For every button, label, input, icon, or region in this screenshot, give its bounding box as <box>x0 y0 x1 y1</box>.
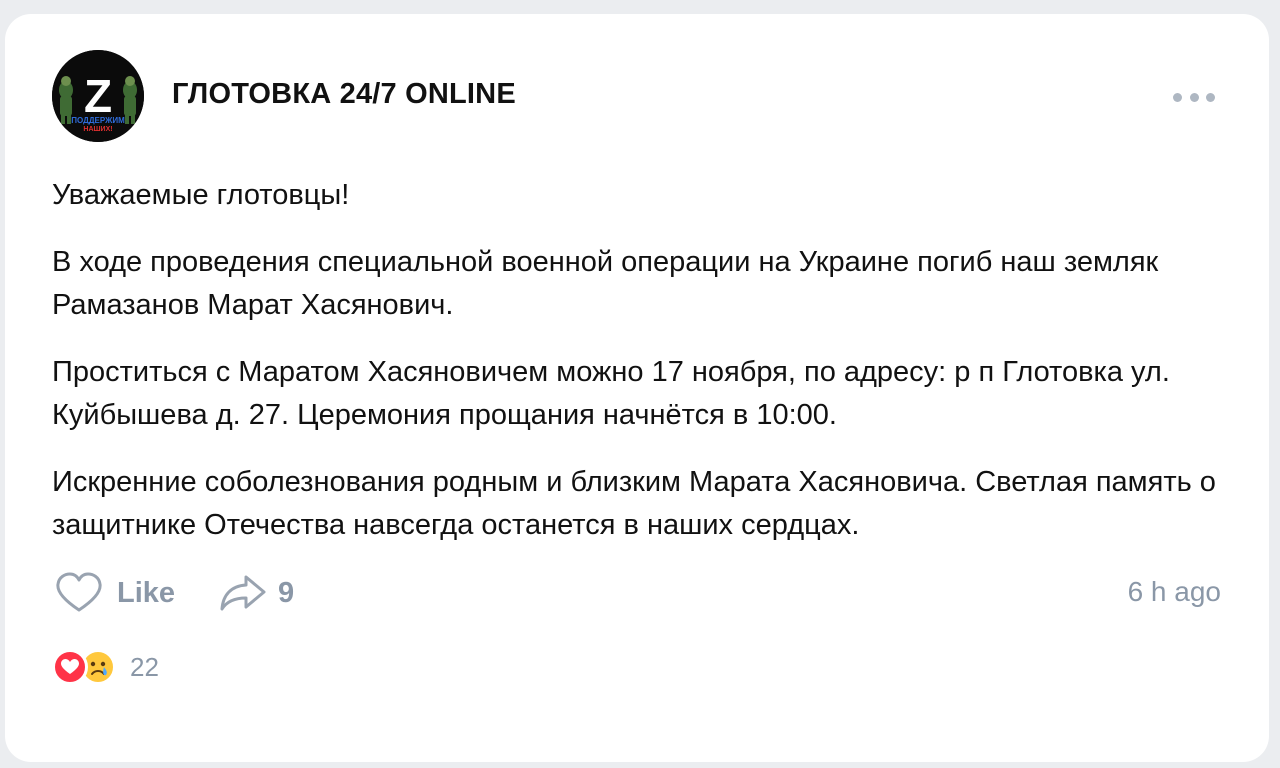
group-name-link[interactable]: ГЛОТОВКА 24/7 ONLINE <box>172 78 516 111</box>
post-paragraph: Проститься с Маратом Хасяновичем можно 1… <box>52 356 1170 431</box>
reactions-summary[interactable]: 22 <box>52 649 159 685</box>
post-text: Уважаемые глотовцы! В ходе проведения сп… <box>52 174 1242 571</box>
group-avatar[interactable]: Z ПОДДЕРЖИМ НАШИХ! <box>52 50 144 142</box>
more-dots-icon[interactable] <box>1173 88 1215 106</box>
post-paragraph: В ходе проведения специальной военной оп… <box>52 246 1159 321</box>
post-paragraph: Искренние соболезнования родным и близки… <box>52 466 1216 541</box>
z-logo-icon: Z ПОДДЕРЖИМ НАШИХ! <box>52 50 144 142</box>
like-button[interactable]: Like <box>55 570 175 616</box>
logo-caption-line2: НАШИХ! <box>83 126 112 133</box>
heart-reaction-icon <box>52 649 88 685</box>
share-button[interactable]: 9 <box>218 570 294 616</box>
menu-dot <box>1206 92 1215 102</box>
post-card: Z ПОДДЕРЖИМ НАШИХ! ГЛОТОВКА 24/7 ONLINE … <box>5 14 1269 762</box>
logo-letter: Z <box>84 70 112 122</box>
heart-outline-icon <box>56 572 102 612</box>
like-label: Like <box>117 576 176 609</box>
share-arrow-icon <box>220 575 266 611</box>
menu-dot <box>1173 92 1182 102</box>
logo-caption-line1: ПОДДЕРЖИМ <box>71 116 125 125</box>
menu-dot <box>1189 92 1199 102</box>
reactions-count: 22 <box>130 651 159 682</box>
post-time[interactable]: 6 h ago <box>1128 576 1221 608</box>
share-count: 9 <box>278 576 295 609</box>
post-paragraph: Уважаемые глотовцы! <box>52 179 350 211</box>
